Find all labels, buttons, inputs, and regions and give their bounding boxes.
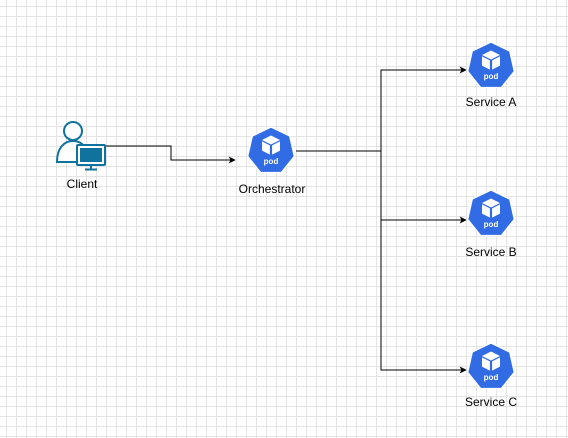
service-b-node[interactable]: Service B bbox=[465, 189, 517, 259]
service-a-label: Service A bbox=[466, 95, 517, 109]
edge-client-to-orchestrator bbox=[106, 145, 236, 164]
orchestrator-label: Orchestrator bbox=[239, 182, 306, 196]
edge-orchestrator-to-service-a bbox=[380, 66, 467, 151]
edge-orchestrator-to-service-c bbox=[380, 151, 467, 374]
client-node[interactable]: Client bbox=[55, 121, 106, 191]
diagram-canvas: pod Client bbox=[0, 0, 568, 438]
orchestrator-node[interactable]: Orchestrator bbox=[239, 126, 306, 196]
kubernetes-pod-icon bbox=[466, 189, 516, 237]
client-label: Client bbox=[67, 177, 98, 191]
service-b-label: Service B bbox=[465, 245, 516, 259]
kubernetes-pod-icon bbox=[466, 41, 516, 89]
user-computer-icon bbox=[55, 121, 106, 171]
kubernetes-pod-icon bbox=[246, 126, 296, 174]
edge-orchestrator-to-service-b bbox=[380, 151, 467, 224]
service-c-label: Service C bbox=[465, 395, 517, 409]
edges bbox=[106, 66, 467, 374]
service-a-node[interactable]: Service A bbox=[466, 41, 517, 109]
architecture-diagram: pod Client bbox=[55, 41, 517, 409]
service-c-node[interactable]: Service C bbox=[465, 342, 517, 409]
kubernetes-pod-icon bbox=[466, 342, 516, 390]
